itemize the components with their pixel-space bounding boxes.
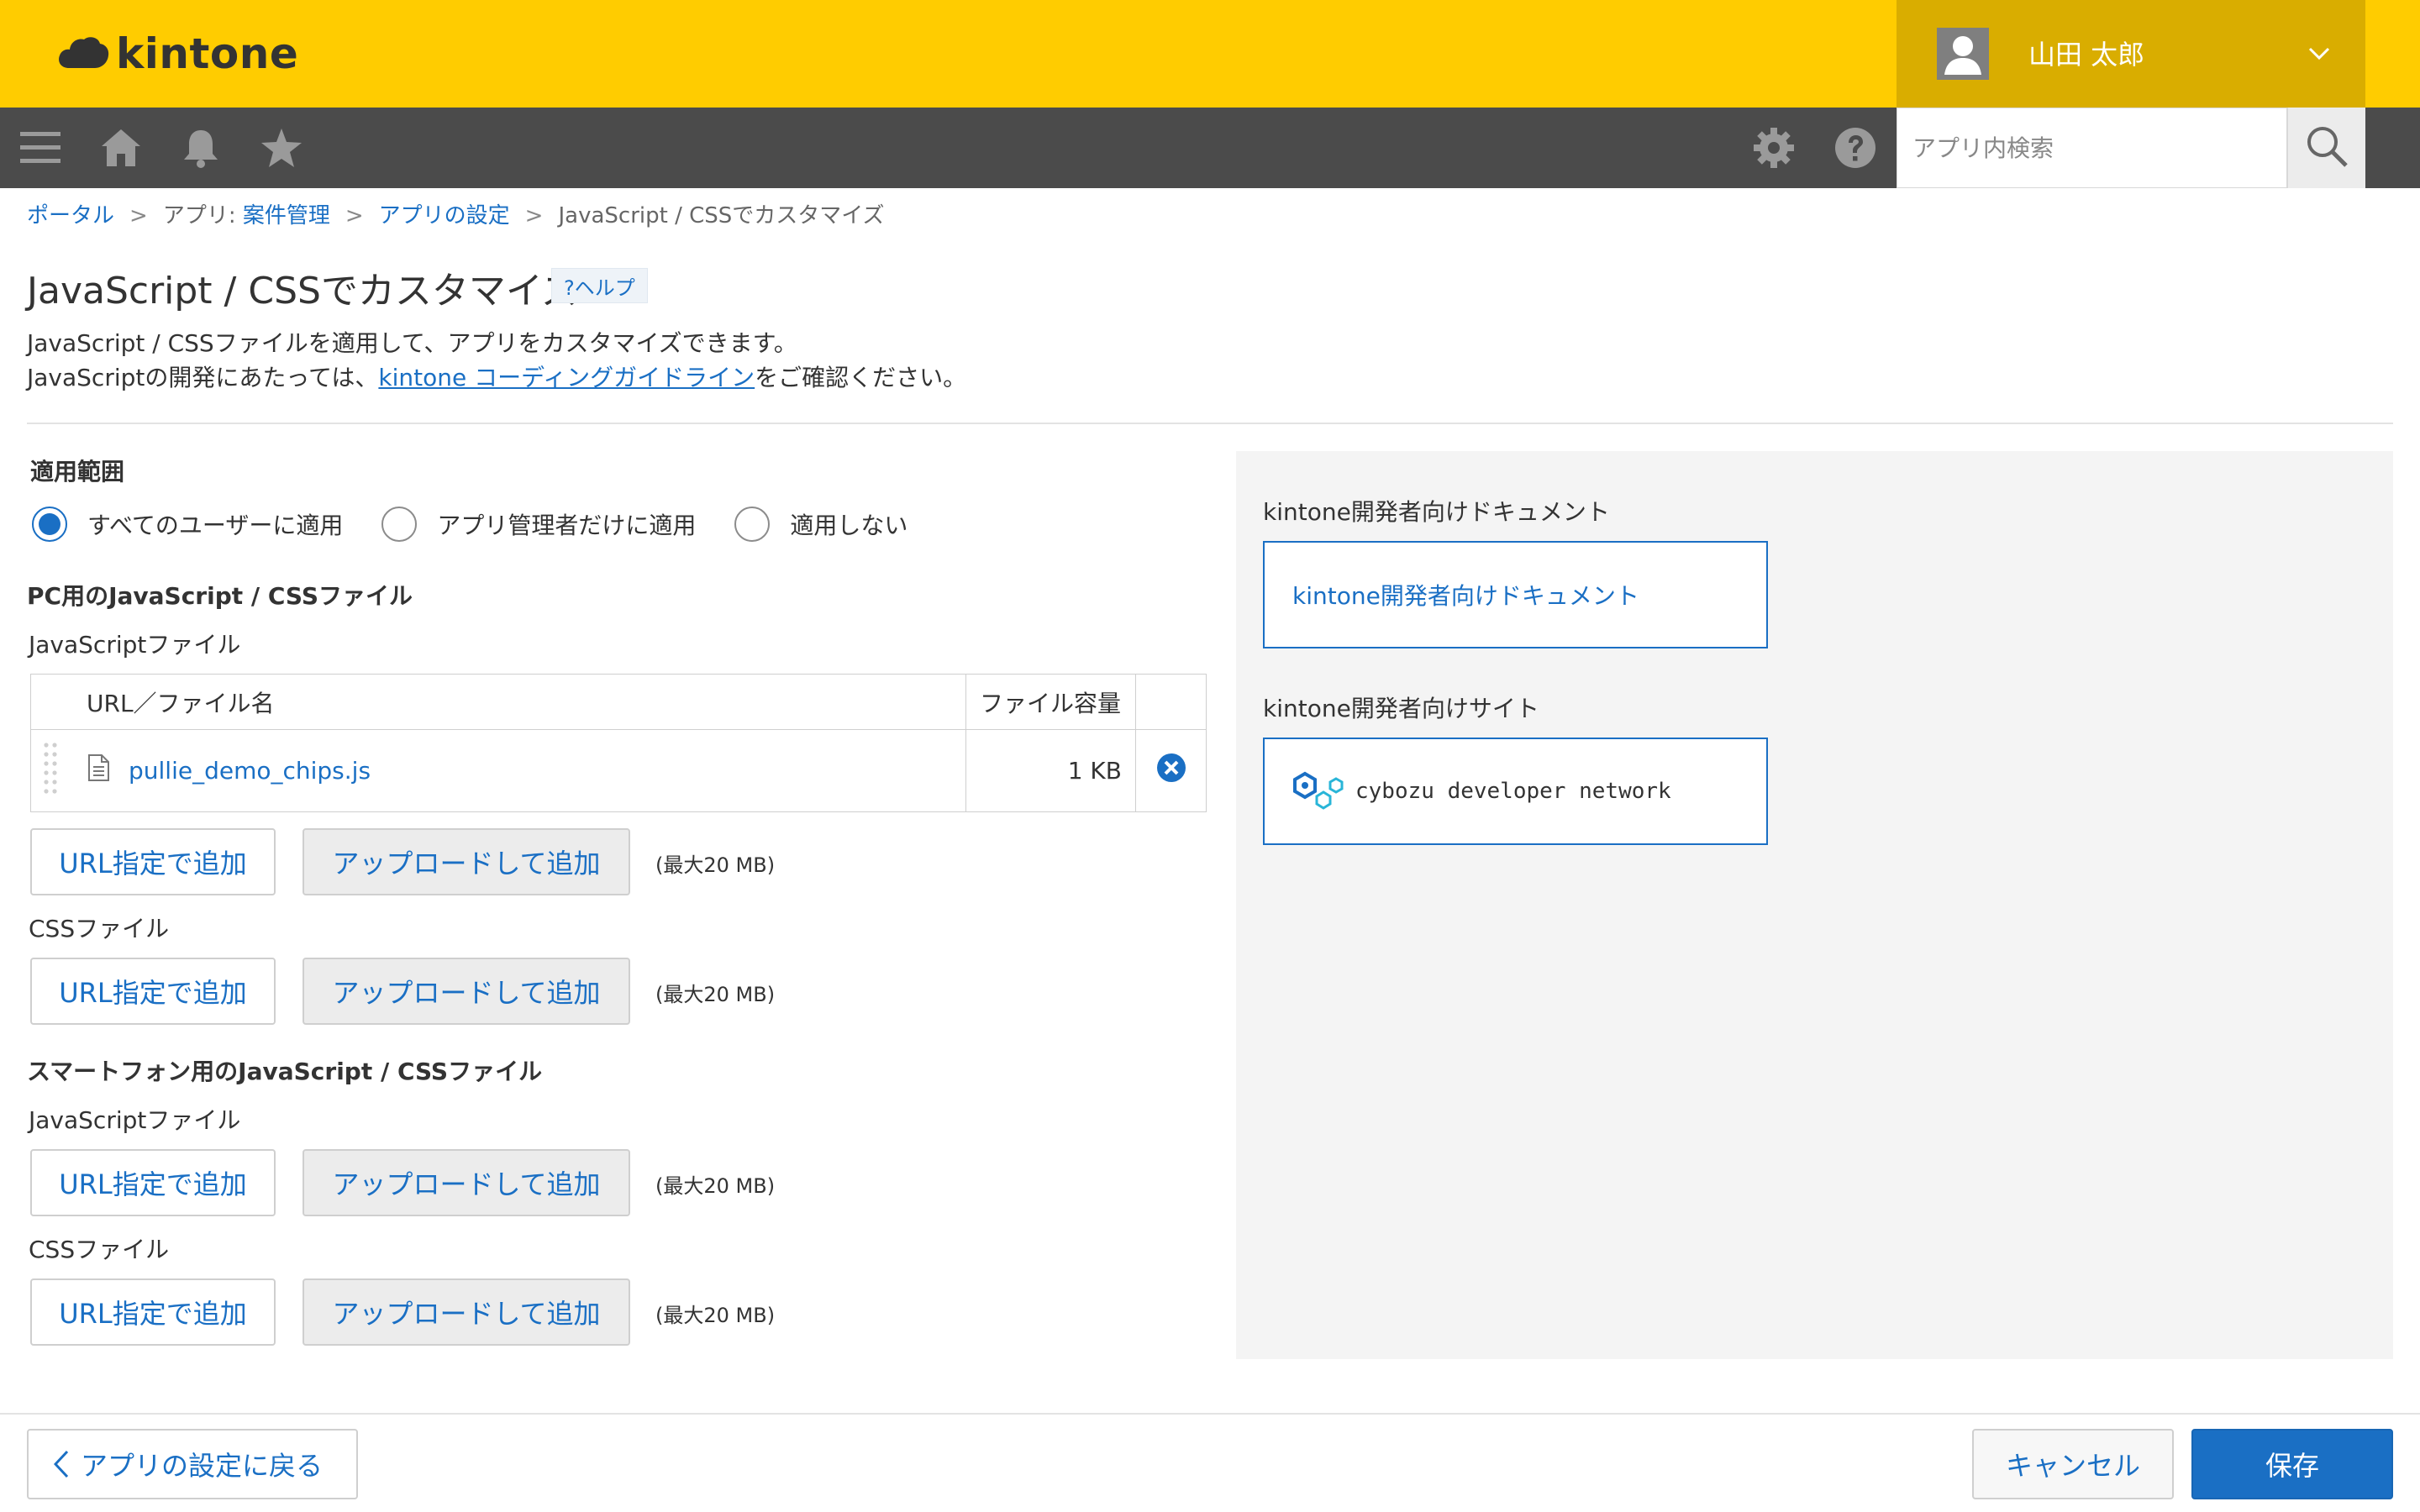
search-icon (2305, 124, 2349, 171)
scope-option-none[interactable]: 適用しない (734, 507, 908, 542)
chevron-down-icon (2308, 42, 2330, 67)
page-title: JavaScript / CSSでカスタマイズ (27, 270, 579, 312)
cybozu-network-logo-icon (1290, 769, 1345, 814)
coding-guideline-link[interactable]: kintone コーディングガイドライン (378, 364, 755, 391)
scope-heading: 適用範囲 (30, 458, 125, 486)
chevron-left-icon (54, 1450, 69, 1478)
sp-css-upload-button[interactable]: アップロードして追加 (302, 1278, 630, 1346)
sp-js-upload-button[interactable]: アップロードして追加 (302, 1149, 630, 1216)
breadcrumb: ポータル > アプリ: 案件管理 > アプリの設定 > JavaScript / CSSでカ… (27, 198, 884, 229)
radio-button-selected[interactable] (32, 507, 67, 542)
search-button[interactable] (2287, 108, 2365, 188)
max-size-note: (最大20 MB) (655, 983, 776, 1006)
page-description: JavaScript / CSSファイルを適用して、アプリをカスタマイズできます… (27, 326, 966, 395)
description-line: JavaScript / CSSファイルを適用して、アプリをカスタマイズできます… (27, 329, 797, 357)
radio-button[interactable] (734, 507, 771, 542)
column-header-actions (1135, 674, 1207, 730)
pc-js-file-table: URL／ファイル名 ファイル容量 pullie_demo_chips.js 1 … (29, 674, 1207, 812)
sp-css-add-url-button[interactable]: URL指定で追加 (30, 1278, 276, 1346)
developer-docs-link[interactable]: kintone開発者向けドキュメント (1292, 578, 1639, 612)
menu-icon[interactable] (15, 123, 66, 173)
app-search-box (1897, 108, 2287, 188)
file-link[interactable]: pullie_demo_chips.js (129, 757, 371, 785)
scope-option-admins-only[interactable]: アプリ管理者だけに適用 (381, 507, 696, 542)
gear-icon[interactable] (1749, 123, 1799, 173)
search-input[interactable] (1897, 108, 2286, 187)
help-link[interactable]: ?ヘルプ (551, 268, 648, 303)
home-icon[interactable] (96, 123, 146, 173)
developer-docs-card[interactable]: kintone開発者向けドキュメント (1263, 541, 1768, 648)
scope-option-label: 適用しない (790, 512, 908, 539)
breadcrumb-separator: > (524, 203, 544, 228)
pc-section-heading: PC用のJavaScript / CSSファイル (27, 582, 413, 610)
description-suffix: をご確認ください。 (755, 364, 967, 391)
max-size-note: (最大20 MB) (655, 1304, 776, 1327)
divider (27, 423, 2393, 424)
filesize-cell: 1 KB (965, 729, 1136, 812)
breadcrumb-app[interactable]: 案件管理 (243, 203, 330, 228)
file-icon (87, 754, 110, 787)
user-name: 山田 太郎 (2028, 39, 2145, 71)
top-header: kintone 山田 太郎 (0, 0, 2420, 108)
breadcrumb-separator: > (345, 203, 364, 228)
developer-site-heading: kintone開発者向けサイト (1263, 695, 1539, 722)
pc-css-add-url-button[interactable]: URL指定で追加 (30, 958, 276, 1025)
breadcrumb-app-settings[interactable]: アプリの設定 (379, 203, 510, 228)
drag-handle-icon[interactable] (41, 740, 60, 801)
breadcrumb-app-prefix: アプリ: (162, 203, 243, 228)
column-header-filename: URL／ファイル名 (29, 674, 967, 730)
table-row: pullie_demo_chips.js 1 KB (29, 729, 1207, 812)
back-button-label: アプリの設定に戻る (81, 1450, 324, 1482)
star-icon[interactable] (256, 123, 307, 173)
scope-option-label: アプリ管理者だけに適用 (437, 512, 697, 539)
description-prefix: JavaScriptの開発にあたっては、 (27, 364, 379, 391)
scope-option-all-users[interactable]: すべてのユーザーに適用 (32, 507, 343, 542)
sp-js-add-url-button[interactable]: URL指定で追加 (30, 1149, 276, 1216)
cancel-button[interactable]: キャンセル (1972, 1429, 2174, 1499)
developer-docs-heading: kintone開発者向けドキュメント (1263, 498, 1610, 526)
scope-radio-group: すべてのユーザーに適用 アプリ管理者だけに適用 適用しない (32, 506, 946, 543)
column-header-filesize: ファイル容量 (965, 674, 1136, 730)
max-size-note: (最大20 MB) (655, 853, 776, 877)
developer-site-card[interactable]: cybozu developer network (1263, 738, 1768, 845)
developer-site-link[interactable]: cybozu developer network (1355, 779, 1671, 804)
brand-name: kintone (116, 29, 299, 78)
radio-button[interactable] (381, 507, 418, 542)
bell-icon[interactable] (176, 123, 226, 173)
filename-cell: pullie_demo_chips.js (29, 729, 967, 812)
max-size-note: (最大20 MB) (655, 1174, 776, 1198)
delete-cell (1135, 729, 1207, 812)
user-menu[interactable]: 山田 太郎 (1897, 0, 2365, 108)
pc-css-upload-button[interactable]: アップロードして追加 (302, 958, 630, 1025)
save-button[interactable]: 保存 (2191, 1429, 2393, 1499)
remove-file-icon[interactable] (1156, 753, 1186, 789)
breadcrumb-separator: > (129, 203, 148, 228)
pc-js-label: JavaScriptファイル (29, 631, 241, 659)
sp-css-label: CSSファイル (29, 1236, 170, 1263)
kintone-logo[interactable]: kintone (57, 29, 298, 79)
description-line: JavaScriptの開発にあたっては、kintone コーディングガイドライン… (27, 360, 966, 395)
pc-js-upload-button[interactable]: アップロードして追加 (302, 828, 630, 895)
back-to-settings-button[interactable]: アプリの設定に戻る (27, 1429, 358, 1499)
scope-option-label: すべてのユーザーに適用 (87, 512, 344, 539)
breadcrumb-current: JavaScript / CSSでカスタマイズ (558, 203, 885, 228)
sp-js-label: JavaScriptファイル (29, 1106, 241, 1134)
breadcrumb-portal[interactable]: ポータル (27, 203, 114, 228)
footer-divider (0, 1413, 2420, 1415)
pc-js-add-url-button[interactable]: URL指定で追加 (30, 828, 276, 895)
help-icon[interactable] (1830, 123, 1881, 173)
avatar-icon (1937, 28, 1989, 80)
cloud-logo-icon (57, 34, 109, 73)
pc-css-label: CSSファイル (29, 915, 170, 942)
sp-section-heading: スマートフォン用のJavaScript / CSSファイル (27, 1058, 543, 1085)
